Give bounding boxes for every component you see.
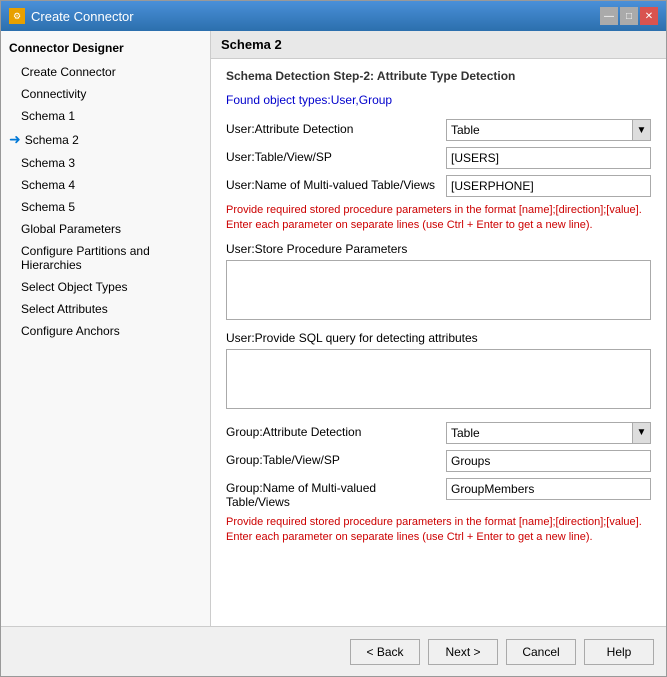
section-title: Schema Detection Step-2: Attribute Type … [226,69,651,83]
user-attribute-detection-row: User:Attribute Detection Table View SP ▼ [226,119,651,141]
back-button[interactable]: < Back [350,639,420,665]
sidebar: Connector Designer Create Connector Conn… [1,31,211,626]
content-body: Schema Detection Step-2: Attribute Type … [211,59,666,626]
footer: < Back Next > Cancel Help [1,626,666,676]
app-icon: ⚙ [9,8,25,24]
group-attribute-detection-label: Group:Attribute Detection [226,422,446,439]
user-attribute-detection-dropdown-icon[interactable]: ▼ [633,119,651,141]
group-table-view-sp-input[interactable] [446,450,651,472]
sidebar-item-schema-2[interactable]: ➜ Schema 2 [1,127,210,152]
minimize-button[interactable]: — [600,7,618,25]
main-window: ⚙ Create Connector — □ ✕ Connector Desig… [0,0,667,677]
sidebar-item-schema-3[interactable]: Schema 3 [1,152,210,174]
sidebar-item-connectivity[interactable]: Connectivity [1,83,210,105]
found-types-value: User,Group [331,93,392,107]
next-button[interactable]: Next > [428,639,498,665]
group-table-view-sp-label: Group:Table/View/SP [226,450,446,467]
group-table-view-sp-control [446,450,651,472]
group-attribute-detection-select-wrapper: Table View SP ▼ [446,422,651,444]
user-table-view-sp-row: User:Table/View/SP [226,147,651,169]
user-store-procedure-textarea[interactable] [226,260,651,320]
group-attribute-detection-select[interactable]: Table View SP [446,422,633,444]
cancel-button[interactable]: Cancel [506,639,576,665]
help-button[interactable]: Help [584,639,654,665]
content-header: Schema 2 [211,31,666,59]
group-hint-text: Provide required stored procedure parame… [226,515,651,546]
user-multi-valued-row: User:Name of Multi-valued Table/Views [226,175,651,197]
found-types: Found object types:User,Group [226,93,651,107]
sidebar-item-global-parameters[interactable]: Global Parameters [1,218,210,240]
maximize-button[interactable]: □ [620,7,638,25]
group-table-view-sp-row: Group:Table/View/SP [226,450,651,472]
user-sql-query-textarea[interactable] [226,349,651,409]
sidebar-header: Connector Designer [1,35,210,61]
current-arrow-icon: ➜ [9,131,21,148]
main-content: Connector Designer Create Connector Conn… [1,31,666,626]
group-attribute-detection-control: Table View SP ▼ [446,422,651,444]
sidebar-item-configure-partitions[interactable]: Configure Partitions and Hierarchies [1,240,210,276]
group-attribute-detection-row: Group:Attribute Detection Table View SP … [226,422,651,444]
user-multi-valued-control [446,175,651,197]
sidebar-item-schema-4[interactable]: Schema 4 [1,174,210,196]
sidebar-item-schema-1[interactable]: Schema 1 [1,105,210,127]
title-bar-left: ⚙ Create Connector [9,8,134,24]
sidebar-item-configure-anchors[interactable]: Configure Anchors [1,320,210,342]
user-sql-query-label: User:Provide SQL query for detecting att… [226,331,651,345]
sidebar-item-select-attributes[interactable]: Select Attributes [1,298,210,320]
user-hint-text: Provide required stored procedure parame… [226,203,651,234]
user-multi-valued-label: User:Name of Multi-valued Table/Views [226,175,446,192]
sidebar-item-create-connector[interactable]: Create Connector [1,61,210,83]
group-multi-valued-control [446,478,651,500]
title-controls: — □ ✕ [600,7,658,25]
user-attribute-detection-control: Table View SP ▼ [446,119,651,141]
user-table-view-sp-input[interactable] [446,147,651,169]
user-multi-valued-input[interactable] [446,175,651,197]
group-attribute-detection-dropdown-icon[interactable]: ▼ [633,422,651,444]
found-types-label: Found object types: [226,93,331,107]
user-table-view-sp-control [446,147,651,169]
user-attribute-detection-label: User:Attribute Detection [226,119,446,136]
sidebar-item-select-object-types[interactable]: Select Object Types [1,276,210,298]
close-button[interactable]: ✕ [640,7,658,25]
group-multi-valued-row: Group:Name of Multi-valued Table/Views [226,478,651,509]
group-multi-valued-input[interactable] [446,478,651,500]
user-store-procedure-label: User:Store Procedure Parameters [226,242,651,256]
user-table-view-sp-label: User:Table/View/SP [226,147,446,164]
title-bar: ⚙ Create Connector — □ ✕ [1,1,666,31]
content-area: Schema 2 Schema Detection Step-2: Attrib… [211,31,666,626]
window-title: Create Connector [31,9,134,24]
user-attribute-detection-select-wrapper: Table View SP ▼ [446,119,651,141]
group-multi-valued-label: Group:Name of Multi-valued Table/Views [226,478,446,509]
user-attribute-detection-select[interactable]: Table View SP [446,119,633,141]
sidebar-item-schema-5[interactable]: Schema 5 [1,196,210,218]
